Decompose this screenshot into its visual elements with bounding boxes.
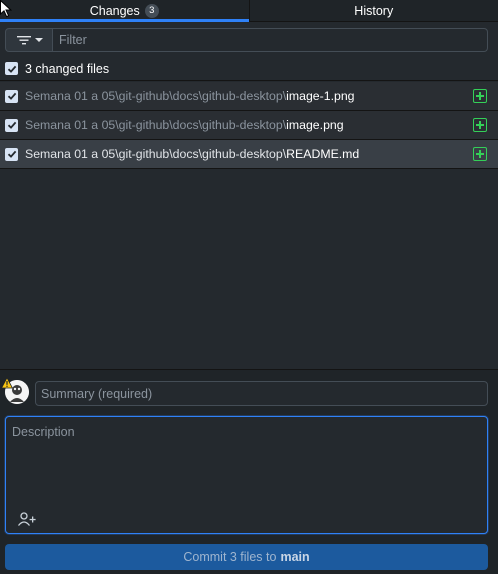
commit-button-label: Commit 3 files to <box>183 550 277 564</box>
file-directory: Semana 01 a 05\git-github\docs\github-de… <box>25 118 287 132</box>
commit-branch-name: main <box>280 550 310 564</box>
filter-row <box>5 28 488 52</box>
file-added-icon <box>473 147 487 161</box>
file-row[interactable]: Semana 01 a 05\git-github\docs\github-de… <box>0 111 498 140</box>
add-coauthor-icon[interactable] <box>17 511 37 527</box>
file-checkbox[interactable] <box>5 118 18 132</box>
tab-changes-label: Changes <box>89 3 140 18</box>
checkbox-check-icon <box>7 92 16 100</box>
changes-count-badge: 3 <box>144 3 159 18</box>
file-checkbox[interactable] <box>5 147 18 161</box>
file-added-icon <box>473 89 487 103</box>
file-directory: Semana 01 a 05\git-github\docs\github-de… <box>25 89 287 103</box>
filter-icon <box>16 36 31 45</box>
commit-description-box <box>5 416 488 534</box>
checkbox-check-icon <box>7 150 16 158</box>
checkbox-check-icon <box>7 65 16 73</box>
cursor-icon <box>0 0 12 18</box>
changed-files-label: 3 changed files <box>25 61 110 76</box>
filter-input[interactable] <box>53 28 488 52</box>
file-checkbox[interactable] <box>5 89 18 103</box>
file-added-icon <box>473 118 487 132</box>
file-row-selected[interactable]: Semana 01 a 05\git-github\docs\github-de… <box>0 140 498 169</box>
file-name: image-1.png <box>286 89 355 103</box>
select-all-checkbox[interactable] <box>5 62 18 75</box>
file-name: image.png <box>286 118 344 132</box>
commit-button[interactable]: Commit 3 files to main <box>5 544 488 570</box>
file-row[interactable]: Semana 01 a 05\git-github\docs\github-de… <box>0 82 498 111</box>
file-path: Semana 01 a 05\git-github\docs\github-de… <box>25 118 344 132</box>
tab-changes[interactable]: Changes 3 <box>0 0 249 22</box>
warning-icon <box>1 377 13 389</box>
tab-bar: Changes 3 History <box>0 0 498 22</box>
file-name: README.md <box>286 147 360 161</box>
chevron-down-icon <box>34 38 43 42</box>
changed-files-list: Semana 01 a 05\git-github\docs\github-de… <box>0 82 498 169</box>
checkbox-check-icon <box>7 121 16 129</box>
commit-panel: Commit 3 files to main <box>0 369 498 574</box>
filter-options-button[interactable] <box>5 28 53 52</box>
tab-history-label: History <box>354 3 394 18</box>
tab-history[interactable]: History <box>248 0 498 21</box>
changed-files-header: 3 changed files <box>0 57 498 81</box>
file-directory: Semana 01 a 05\git-github\docs\github-de… <box>25 147 287 161</box>
commit-description-input[interactable] <box>6 417 487 502</box>
file-path: Semana 01 a 05\git-github\docs\github-de… <box>25 147 359 161</box>
commit-summary-input[interactable] <box>35 381 488 406</box>
file-path: Semana 01 a 05\git-github\docs\github-de… <box>25 89 355 103</box>
